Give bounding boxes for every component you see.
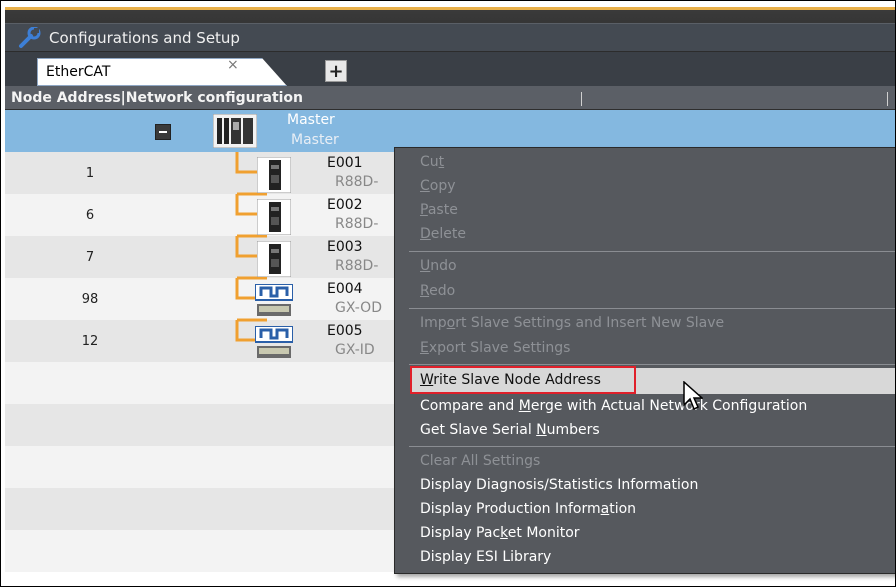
menu-item-cut[interactable]: Cut bbox=[420, 154, 444, 170]
menu-item-clear-all-settings[interactable]: Clear All Settings bbox=[420, 453, 540, 469]
header-network-configuration[interactable]: Network configuration bbox=[126, 90, 303, 106]
menu-item-display-packet-monitor[interactable]: Display Packet Monitor bbox=[420, 525, 580, 541]
menu-item-display-esi-library[interactable]: Display ESI Library bbox=[420, 549, 551, 565]
slave-name: E004 bbox=[327, 281, 363, 297]
menu-item-import-slave-settings[interactable]: Import Slave Settings and Insert New Sla… bbox=[420, 315, 724, 331]
menu-item-undo[interactable]: Undo bbox=[420, 258, 457, 274]
servo-drive-icon bbox=[256, 198, 292, 239]
column-header: Node Address | Network configuration bbox=[5, 86, 895, 110]
menu-separator bbox=[409, 308, 895, 309]
menu-item-compare-and-merge[interactable]: Compare and Merge with Actual Network Co… bbox=[420, 398, 807, 414]
window-titlebar: Configurations and Setup bbox=[5, 23, 895, 51]
io-module-icon bbox=[254, 283, 294, 322]
slave-model: GX-ID bbox=[335, 342, 375, 358]
window-title: Configurations and Setup bbox=[49, 28, 240, 47]
slave-model: R88D- bbox=[335, 216, 379, 232]
menu-separator bbox=[409, 446, 895, 447]
menu-item-copy[interactable]: Copy bbox=[420, 178, 456, 194]
servo-drive-icon bbox=[256, 240, 292, 281]
tab-close-icon[interactable]: × bbox=[227, 57, 239, 73]
menu-item-display-production-information[interactable]: Display Production Information bbox=[420, 501, 636, 517]
mouse-cursor-icon bbox=[683, 380, 704, 415]
menu-item-redo[interactable]: Redo bbox=[420, 283, 455, 299]
io-module-icon bbox=[254, 325, 294, 364]
slave-name: E003 bbox=[327, 239, 363, 255]
slave-name: E001 bbox=[327, 155, 363, 171]
add-tab-button[interactable]: + bbox=[325, 60, 347, 82]
header-node-address[interactable]: Node Address bbox=[11, 90, 121, 106]
slave-model: R88D- bbox=[335, 258, 379, 274]
menu-item-export-slave-settings[interactable]: Export Slave Settings bbox=[420, 340, 570, 356]
slave-name: E002 bbox=[327, 197, 363, 213]
menu-item-delete[interactable]: Delete bbox=[420, 226, 466, 242]
menu-separator bbox=[409, 364, 895, 365]
red-highlight-box bbox=[410, 366, 636, 394]
column-divider[interactable] bbox=[581, 92, 582, 106]
servo-drive-icon bbox=[256, 156, 292, 197]
tab-ethercat[interactable]: EtherCAT bbox=[37, 58, 287, 86]
context-menu: Cut Copy Paste Delete Undo Redo Import S… bbox=[394, 147, 895, 574]
app-window: Configurations and Setup EtherCAT × + No… bbox=[0, 0, 896, 587]
slave-model: R88D- bbox=[335, 174, 379, 190]
tab-bar: EtherCAT × + bbox=[5, 52, 895, 86]
menu-item-display-diagnosis[interactable]: Display Diagnosis/Statistics Information bbox=[420, 477, 698, 493]
slave-name: E005 bbox=[327, 323, 363, 339]
menu-separator bbox=[409, 251, 895, 252]
slave-model: GX-OD bbox=[335, 300, 382, 316]
menu-item-paste[interactable]: Paste bbox=[420, 202, 458, 218]
column-divider[interactable] bbox=[887, 92, 888, 106]
wrench-icon bbox=[15, 26, 45, 50]
menu-item-get-slave-serial-numbers[interactable]: Get Slave Serial Numbers bbox=[420, 422, 600, 438]
tab-label: EtherCAT bbox=[46, 64, 111, 80]
